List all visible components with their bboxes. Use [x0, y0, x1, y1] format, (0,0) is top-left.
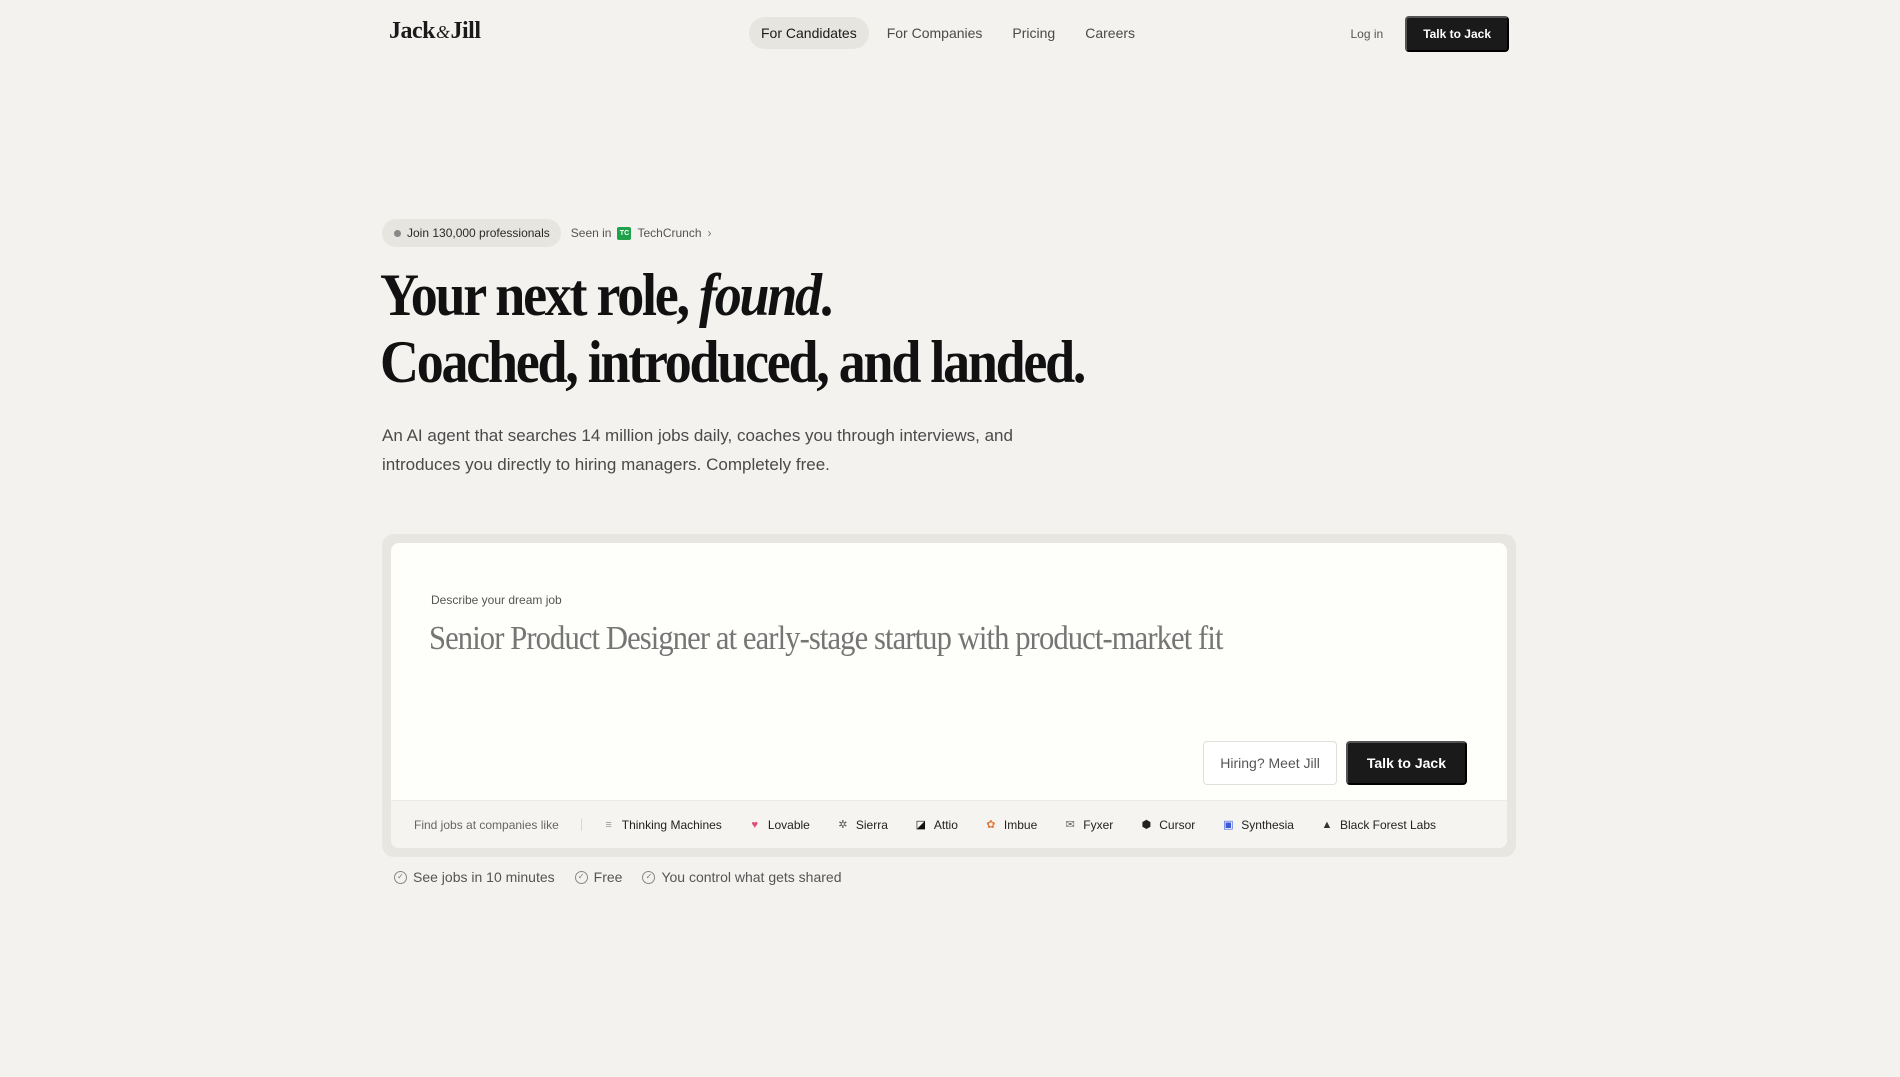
page: Jack&Jill For Candidates For Companies P… [0, 0, 1900, 1077]
company-name: Sierra [855, 817, 888, 832]
check-label: You control what gets shared [661, 869, 842, 885]
company-list: ≡ Thinking Machines ♥ Lovable ✲ Sierra ◪ Attio ✿… [602, 818, 1436, 832]
company-item[interactable]: ♥ Lovable [748, 818, 810, 832]
lines-icon: ≡ [605, 818, 612, 831]
seen-in-link[interactable]: Seen in TC TechCrunch › [571, 226, 712, 240]
hero-badges: Join 130,000 professionals Seen in TC Te… [382, 219, 712, 247]
hero-title: Your next role, found. Coached, introduc… [380, 262, 1086, 396]
nav-right: Log in Talk to Jack [1350, 16, 1509, 52]
company-item[interactable]: ⬢ Cursor [1139, 818, 1195, 832]
check-item: ✓ Free [574, 869, 623, 885]
cube-icon: ⬢ [1141, 819, 1152, 831]
check-circle-icon: ✓ [394, 870, 407, 884]
triangle-icon: ▲ [1321, 818, 1333, 831]
nav-link-for-companies[interactable]: For Companies [875, 17, 995, 49]
nav-link-careers[interactable]: Careers [1073, 17, 1147, 49]
company-name: Fyxer [1083, 817, 1114, 832]
status-dot-icon [394, 229, 401, 237]
check-label: See jobs in 10 minutes [413, 869, 555, 885]
company-item[interactable]: ◪ Attio [914, 818, 958, 832]
techcrunch-label: TechCrunch [637, 226, 702, 240]
company-name: Cursor [1159, 817, 1196, 832]
nav-link-for-candidates[interactable]: For Candidates [749, 17, 869, 49]
synthesia-icon: ▣ [1223, 819, 1234, 831]
dream-job-card: Describe your dream job Hiring? Meet Jil… [382, 534, 1516, 857]
login-link[interactable]: Log in [1350, 27, 1383, 41]
nav-links: For Candidates For Companies Pricing Car… [749, 17, 1147, 49]
benefit-checks: ✓ See jobs in 10 minutes ✓ Free ✓ You co… [394, 869, 841, 885]
company-name: Synthesia [1241, 817, 1294, 832]
hero-title-emphasis: found [698, 262, 822, 328]
company-item[interactable]: ✉ Fyxer [1063, 817, 1114, 832]
logo-amp: & [436, 22, 450, 42]
fyxer-icon: ✉ [1065, 819, 1075, 831]
chevron-right-icon: › [707, 226, 712, 240]
gear-icon: ✲ [838, 819, 848, 831]
logo-jack: Jack [389, 18, 436, 44]
company-name: Imbue [1003, 817, 1038, 832]
fade-overlay [1437, 801, 1507, 848]
company-name: Black Forest Labs [1339, 817, 1437, 832]
dream-job-input[interactable] [429, 615, 1356, 663]
divider [580, 818, 582, 831]
dream-job-card-inner: Describe your dream job Hiring? Meet Jil… [391, 543, 1507, 848]
seen-in-label: Seen in [570, 226, 612, 240]
company-item[interactable]: ✲ Sierra [836, 818, 888, 832]
check-circle-icon: ✓ [642, 870, 656, 884]
check-label: Free [593, 869, 623, 885]
company-name: Thinking Machines [621, 817, 722, 832]
logo-jill: Jill [450, 18, 482, 44]
join-badge: Join 130,000 professionals [382, 219, 561, 247]
top-nav: Jack&Jill For Candidates For Companies P… [389, 16, 1509, 52]
attio-icon: ◪ [915, 819, 927, 831]
hero-subtitle: An AI agent that searches 14 million job… [382, 426, 1013, 474]
company-item[interactable]: ▲ Black Forest Labs [1320, 817, 1437, 832]
hero-title-line-2: Coached, introduced, and landed. [380, 329, 1086, 395]
companies-strip: Find jobs at companies like ≡ Thinking Ma… [391, 800, 1507, 848]
card-talk-to-jack-button[interactable]: Talk to Jack [1345, 741, 1467, 785]
check-item: ✓ You control what gets shared [642, 869, 841, 885]
check-item: ✓ See jobs in 10 minutes [394, 869, 555, 885]
find-jobs-label: Find jobs at companies like [414, 817, 559, 832]
hiring-meet-jill-button[interactable]: Hiring? Meet Jill [1203, 741, 1337, 785]
dream-job-label: Describe your dream job [431, 593, 562, 607]
hero-title-post: . [819, 262, 833, 328]
hero-title-pre: Your next role, [380, 262, 699, 328]
logo[interactable]: Jack&Jill [389, 16, 481, 47]
company-name: Lovable [767, 817, 810, 832]
nav-link-pricing[interactable]: Pricing [1000, 17, 1067, 49]
check-circle-icon: ✓ [574, 870, 588, 884]
join-badge-label: Join 130,000 professionals [407, 226, 550, 240]
hero-title-line-1: Your next role, found. [380, 262, 1064, 329]
heart-icon: ♥ [751, 818, 759, 831]
card-actions: Hiring? Meet Jill Talk to Jack [1203, 741, 1467, 785]
nav-talk-to-jack-button[interactable]: Talk to Jack [1405, 16, 1509, 52]
company-item[interactable]: ✿ Imbue [984, 818, 1037, 832]
company-item[interactable]: ≡ Thinking Machines [602, 818, 722, 832]
techcrunch-icon: TC [617, 226, 632, 240]
company-item[interactable]: ▣ Synthesia [1221, 818, 1294, 832]
imbue-icon: ✿ [986, 819, 996, 831]
company-name: Attio [933, 817, 958, 832]
